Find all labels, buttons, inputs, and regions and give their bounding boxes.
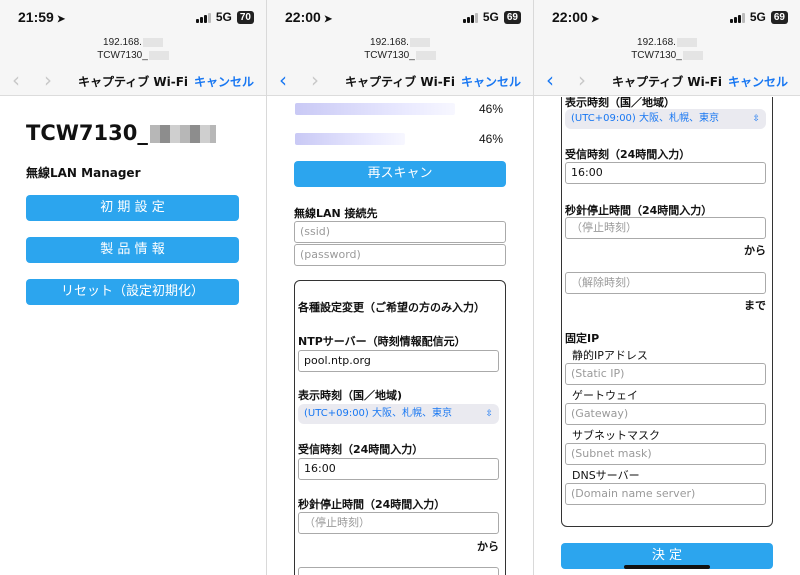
- browser-chrome: 21:59 ➤ 5G 70 192.168. TCW7130_ ‹ › キャプティ…: [0, 0, 266, 96]
- forward-chevron-icon[interactable]: ›: [311, 70, 319, 90]
- back-chevron-icon[interactable]: ‹: [279, 70, 287, 90]
- cell-signal-icon: [462, 12, 478, 23]
- location-arrow-icon: ➤: [323, 14, 333, 25]
- battery-icon: 69: [503, 10, 521, 24]
- redacted-block: [149, 125, 216, 143]
- device-title: TCW7130_: [26, 121, 216, 145]
- ntp-label: NTPサーバー（時刻情報配信元）: [298, 335, 466, 348]
- location-arrow-icon: ➤: [590, 14, 600, 25]
- subnet-label: サブネットマスク: [572, 429, 660, 442]
- settings-title: 各種設定変更（ご希望の方のみ入力）: [298, 301, 485, 314]
- ssid-input[interactable]: (ssid): [294, 221, 506, 243]
- network-name-blurred[interactable]: [295, 133, 405, 145]
- timezone-select[interactable]: (UTC+09:00) 大阪、札幌、東京 ⇳: [298, 404, 499, 424]
- dns-input[interactable]: (Domain name server): [565, 483, 766, 505]
- cancel-button[interactable]: キャンセル: [194, 73, 254, 90]
- network-type: 5G: [482, 10, 499, 24]
- from-label: から: [744, 244, 766, 257]
- status-time: 21:59 ➤: [18, 9, 66, 25]
- network-name-blurred[interactable]: [295, 103, 455, 115]
- stop-time-input[interactable]: （停止時刻）: [298, 512, 499, 534]
- dns-label: DNSサーバー: [572, 469, 640, 482]
- cell-signal-icon: [195, 12, 211, 23]
- from-label: から: [477, 540, 499, 553]
- timezone-label: 表示時刻（国／地域): [298, 389, 403, 402]
- status-bar-right: 5G 69: [729, 10, 788, 24]
- status-time: 22:00 ➤: [285, 9, 333, 25]
- initial-setup-button[interactable]: 初 期 設 定: [26, 195, 239, 221]
- status-bar-right: 5G 69: [462, 10, 521, 24]
- network-signal: 46%: [479, 102, 504, 116]
- cancel-button[interactable]: キャンセル: [728, 73, 788, 90]
- phone-screen-3: 22:00 ➤ 5G 69 192.168. TCW7130_ ‹ › キャプティ…: [534, 0, 800, 575]
- release-time-input[interactable]: [298, 567, 499, 575]
- battery-icon: 69: [770, 10, 788, 24]
- release-time-input[interactable]: （解除時刻）: [565, 272, 766, 294]
- url-ssid: TCW7130_: [534, 50, 800, 61]
- cancel-button[interactable]: キャンセル: [461, 73, 521, 90]
- receive-time-input[interactable]: 16:00: [565, 162, 766, 184]
- gateway-input[interactable]: (Gateway): [565, 403, 766, 425]
- password-input[interactable]: (password): [294, 244, 506, 266]
- url-host[interactable]: 192.168.: [534, 37, 800, 48]
- url-ssid: TCW7130_: [267, 50, 533, 61]
- nav-title: キャプティブ Wi-Fi: [77, 75, 189, 89]
- select-updown-icon: ⇳: [485, 409, 493, 419]
- gateway-label: ゲートウェイ: [572, 389, 638, 402]
- reset-button[interactable]: リセット（設定初期化）: [26, 279, 239, 305]
- status-bar-right: 5G 70: [195, 10, 254, 24]
- receive-time-label: 受信時刻（24時間入力）: [298, 443, 424, 456]
- back-chevron-icon[interactable]: ‹: [12, 70, 20, 90]
- static-ip-label: 静的IPアドレス: [572, 349, 648, 362]
- page-content: TCW7130_ 無線LAN Manager 初 期 設 定 製 品 情 報 リ…: [0, 97, 266, 575]
- battery-icon: 70: [236, 10, 254, 24]
- browser-chrome: 22:00 ➤ 5G 69 192.168. TCW7130_ ‹ › キャプティ…: [267, 0, 533, 96]
- connect-title: 無線LAN 接続先: [294, 207, 378, 220]
- url-host[interactable]: 192.168.: [0, 37, 266, 48]
- until-label: まで: [744, 299, 766, 312]
- network-type: 5G: [749, 10, 766, 24]
- forward-chevron-icon[interactable]: ›: [578, 70, 586, 90]
- settings-box: 表示時刻（国／地域） (UTC+09:00) 大阪、札幌、東京 ⇳ 受信時刻（24…: [561, 97, 773, 527]
- timezone-select[interactable]: (UTC+09:00) 大阪、札幌、東京 ⇳: [565, 109, 766, 129]
- network-type: 5G: [215, 10, 232, 24]
- network-signal: 46%: [479, 132, 504, 146]
- nav-title: キャプティブ Wi-Fi: [344, 75, 456, 89]
- select-updown-icon: ⇳: [752, 114, 760, 124]
- manager-label: 無線LAN Manager: [26, 166, 141, 180]
- stop-time-input[interactable]: （停止時刻）: [565, 217, 766, 239]
- ntp-input[interactable]: pool.ntp.org: [298, 350, 499, 372]
- settings-box: 各種設定変更（ご希望の方のみ入力） NTPサーバー（時刻情報配信元） pool.…: [294, 280, 506, 575]
- fixed-ip-title: 固定IP: [565, 332, 600, 345]
- forward-chevron-icon[interactable]: ›: [44, 70, 52, 90]
- stop-time-label: 秒針停止時間（24時間入力）: [565, 204, 713, 217]
- status-time: 22:00 ➤: [552, 9, 600, 25]
- url-host[interactable]: 192.168.: [267, 37, 533, 48]
- url-ssid: TCW7130_: [0, 50, 266, 61]
- back-chevron-icon[interactable]: ‹: [546, 70, 554, 90]
- browser-chrome: 22:00 ➤ 5G 69 192.168. TCW7130_ ‹ › キャプティ…: [534, 0, 800, 96]
- rescan-button[interactable]: 再スキャン: [294, 161, 506, 187]
- page-content: 46% 46% 再スキャン 無線LAN 接続先 (ssid) (password…: [267, 97, 533, 575]
- stop-time-label: 秒針停止時間（24時間入力）: [298, 498, 446, 511]
- phone-screen-2: 22:00 ➤ 5G 69 192.168. TCW7130_ ‹ › キャプティ…: [267, 0, 533, 575]
- home-indicator: [624, 565, 710, 569]
- receive-time-input[interactable]: 16:00: [298, 458, 499, 480]
- subnet-input[interactable]: (Subnet mask): [565, 443, 766, 465]
- cell-signal-icon: [729, 12, 745, 23]
- location-arrow-icon: ➤: [56, 14, 66, 25]
- product-info-button[interactable]: 製 品 情 報: [26, 237, 239, 263]
- nav-title: キャプティブ Wi-Fi: [611, 75, 723, 89]
- phone-screen-1: 21:59 ➤ 5G 70 192.168. TCW7130_ ‹ › キャプティ…: [0, 0, 266, 575]
- static-ip-input[interactable]: (Static IP): [565, 363, 766, 385]
- page-content: 表示時刻（国／地域） (UTC+09:00) 大阪、札幌、東京 ⇳ 受信時刻（24…: [534, 97, 800, 575]
- receive-time-label: 受信時刻（24時間入力）: [565, 148, 691, 161]
